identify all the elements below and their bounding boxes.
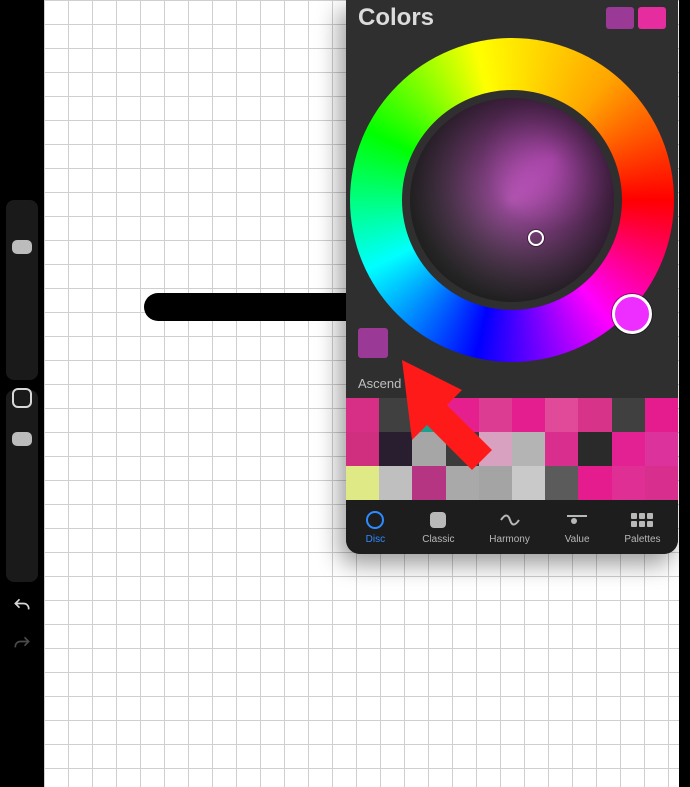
tab-label: Palettes xyxy=(624,534,660,545)
palette-name-label: Ascend xyxy=(358,376,401,391)
palette-swatch[interactable] xyxy=(612,432,645,466)
palette-swatch[interactable] xyxy=(578,398,611,432)
palette-swatch[interactable] xyxy=(545,432,578,466)
palette-swatch[interactable] xyxy=(645,432,678,466)
palette-swatch[interactable] xyxy=(446,432,479,466)
color-palette xyxy=(346,398,678,500)
history-swatch[interactable] xyxy=(358,328,388,358)
tab-classic[interactable]: Classic xyxy=(422,509,454,545)
tab-palettes[interactable]: Palettes xyxy=(624,509,660,545)
palette-swatch[interactable] xyxy=(379,398,412,432)
undo-icon xyxy=(12,596,32,616)
colors-panel: Colors Ascend Disc Classic Harmo xyxy=(346,0,678,554)
palette-swatch[interactable] xyxy=(645,466,678,500)
harmony-icon xyxy=(498,509,522,531)
tab-harmony[interactable]: Harmony xyxy=(489,509,530,545)
palette-swatch[interactable] xyxy=(479,432,512,466)
palette-swatch[interactable] xyxy=(412,466,445,500)
palette-swatch[interactable] xyxy=(446,398,479,432)
palette-swatch[interactable] xyxy=(545,466,578,500)
tab-label: Classic xyxy=(422,534,454,545)
tab-label: Value xyxy=(565,534,590,545)
palette-swatch[interactable] xyxy=(446,466,479,500)
palette-swatch[interactable] xyxy=(545,398,578,432)
redo-button[interactable] xyxy=(0,628,44,660)
current-color-swatches[interactable] xyxy=(606,7,666,29)
palette-swatch[interactable] xyxy=(512,466,545,500)
palette-swatch[interactable] xyxy=(412,432,445,466)
left-sidebar xyxy=(0,0,44,787)
undo-button[interactable] xyxy=(0,590,44,622)
palette-swatch[interactable] xyxy=(512,398,545,432)
primary-color-swatch[interactable] xyxy=(638,7,666,29)
slider-thumb[interactable] xyxy=(12,240,32,254)
palette-swatch[interactable] xyxy=(612,398,645,432)
slider-thumb[interactable] xyxy=(12,432,32,446)
saturation-value-disc[interactable] xyxy=(410,98,614,302)
tab-value[interactable]: Value xyxy=(565,509,590,545)
panel-title: Colors xyxy=(358,4,434,32)
opacity-slider[interactable] xyxy=(6,390,38,582)
palette-swatch[interactable] xyxy=(479,466,512,500)
hue-picker-handle[interactable] xyxy=(612,294,652,334)
palette-swatch[interactable] xyxy=(645,398,678,432)
palette-swatch[interactable] xyxy=(512,432,545,466)
sv-picker-handle[interactable] xyxy=(528,230,544,246)
palette-swatch[interactable] xyxy=(612,466,645,500)
palette-swatch[interactable] xyxy=(412,398,445,432)
palette-swatch[interactable] xyxy=(479,398,512,432)
tab-disc[interactable]: Disc xyxy=(363,509,387,545)
palette-swatch[interactable] xyxy=(346,432,379,466)
tab-label: Harmony xyxy=(489,534,530,545)
palette-swatch[interactable] xyxy=(578,432,611,466)
secondary-color-swatch[interactable] xyxy=(606,7,634,29)
disc-icon xyxy=(363,509,387,531)
value-icon xyxy=(565,509,589,531)
palette-swatch[interactable] xyxy=(346,466,379,500)
palette-grid-icon xyxy=(630,509,654,531)
classic-icon xyxy=(426,509,450,531)
palette-swatch[interactable] xyxy=(346,398,379,432)
color-panel-tabbar: Disc Classic Harmony Value Palettes xyxy=(346,500,678,554)
tab-label: Disc xyxy=(366,534,385,545)
modify-button[interactable] xyxy=(12,388,32,408)
color-wheel[interactable] xyxy=(350,38,674,362)
redo-icon xyxy=(12,634,32,654)
right-edge xyxy=(679,0,690,787)
palette-swatch[interactable] xyxy=(379,466,412,500)
palette-swatch[interactable] xyxy=(578,466,611,500)
brush-size-slider[interactable] xyxy=(6,200,38,380)
palette-swatch[interactable] xyxy=(379,432,412,466)
